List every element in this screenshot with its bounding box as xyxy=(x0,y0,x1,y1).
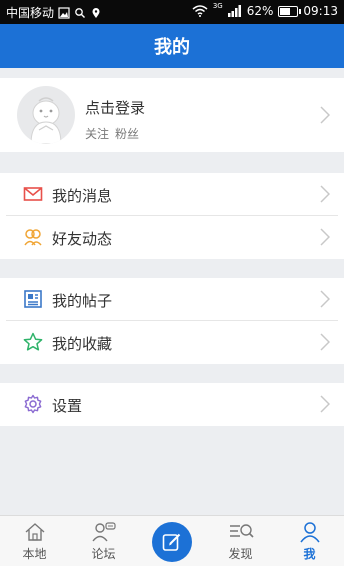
menu-item-settings[interactable]: 设置 xyxy=(0,383,344,426)
tab-label: 发现 xyxy=(228,547,253,561)
gallery-icon xyxy=(58,6,70,19)
battery-percent: 62% xyxy=(246,4,274,18)
status-bar: 中国移动 3G 62% 09:13 xyxy=(0,0,344,24)
chevron-right-icon xyxy=(320,228,330,246)
bottom-nav: 本地 论坛 发现 我 xyxy=(0,515,344,566)
login-link[interactable]: 点击登录 xyxy=(85,97,145,118)
default-avatar-icon xyxy=(30,97,62,144)
menu-item-label: 好友动态 xyxy=(52,230,113,248)
gear-icon xyxy=(24,394,42,414)
avatar[interactable] xyxy=(17,86,75,144)
mail-icon xyxy=(23,187,43,201)
chevron-right-icon xyxy=(320,106,330,124)
menu-item-messages[interactable]: 我的消息 xyxy=(0,173,344,216)
tab-discover[interactable]: 发现 xyxy=(206,516,275,566)
profile-card[interactable]: 点击登录 关注 粉丝 xyxy=(0,78,344,152)
menu-item-label: 设置 xyxy=(52,397,83,415)
forum-icon xyxy=(91,522,116,542)
discover-icon xyxy=(229,524,254,538)
tab-me[interactable]: 我 xyxy=(275,516,344,566)
page-title: 我的 xyxy=(154,37,190,58)
compose-icon xyxy=(162,533,181,551)
tab-local[interactable]: 本地 xyxy=(0,516,69,566)
menu-item-label: 我的帖子 xyxy=(52,292,113,310)
menu-item-favorites[interactable]: 我的收藏 xyxy=(0,321,344,364)
chevron-right-icon xyxy=(320,185,330,203)
chevron-right-icon xyxy=(320,395,330,413)
profile-icon xyxy=(299,522,320,543)
follow-link[interactable]: 关注 xyxy=(85,125,109,142)
menu-item-friend-activity[interactable]: 好友动态 xyxy=(0,216,344,259)
friends-icon xyxy=(24,229,42,246)
tab-forum[interactable]: 论坛 xyxy=(69,516,138,566)
signal-icon xyxy=(227,5,241,17)
tab-label: 本地 xyxy=(22,547,47,561)
menu-item-label: 我的收藏 xyxy=(52,335,113,353)
network-type: 3G xyxy=(212,2,223,10)
compose-button[interactable] xyxy=(152,522,192,562)
fans-link[interactable]: 粉丝 xyxy=(115,125,139,142)
tab-label: 我 xyxy=(303,547,316,561)
wifi-icon xyxy=(192,5,208,17)
star-icon xyxy=(23,332,43,351)
chevron-right-icon xyxy=(320,290,330,308)
carrier-label: 中国移动 xyxy=(6,6,55,20)
clock: 09:13 xyxy=(303,4,338,18)
posts-icon xyxy=(24,290,42,308)
home-icon xyxy=(25,523,44,541)
battery-icon xyxy=(278,5,302,17)
menu-item-label: 我的消息 xyxy=(52,187,113,205)
title-bar: 我的 xyxy=(0,24,344,68)
chevron-right-icon xyxy=(320,333,330,351)
search-icon xyxy=(75,7,86,18)
location-icon xyxy=(92,7,100,18)
menu-item-my-posts[interactable]: 我的帖子 xyxy=(0,278,344,321)
tab-label: 论坛 xyxy=(91,547,116,561)
